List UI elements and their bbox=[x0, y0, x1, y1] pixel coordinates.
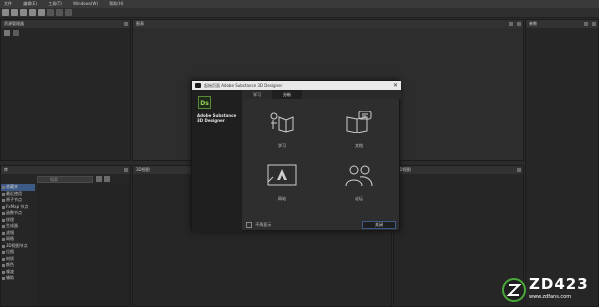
open-folder-icon[interactable] bbox=[11, 9, 18, 16]
folder-icon bbox=[2, 270, 5, 274]
menu-tools[interactable]: 工具(T) bbox=[48, 1, 62, 6]
refresh-icon[interactable] bbox=[13, 30, 19, 36]
save-all-icon[interactable] bbox=[29, 9, 36, 16]
panel-menu-icon[interactable] bbox=[509, 22, 513, 26]
watermark-text: ZD423 bbox=[529, 275, 589, 293]
folder-icon bbox=[2, 277, 5, 280]
parameters-title: 参数 bbox=[529, 21, 537, 26]
menu-file[interactable]: 文件 bbox=[4, 1, 12, 6]
settings-icon[interactable] bbox=[65, 9, 72, 16]
save-icon[interactable] bbox=[20, 9, 27, 16]
menu-bar: 文件 编辑(E) 工具(T) Windows(W) 帮助(H) bbox=[0, 0, 599, 8]
panel-close-icon[interactable] bbox=[124, 22, 128, 26]
library-tree: 收藏夹 最近使用 原子节点 FxMap 节点 函数节点 纹理 生成器 滤镜 网格… bbox=[1, 184, 35, 306]
panel-close-icon[interactable] bbox=[517, 168, 521, 172]
website-tile[interactable]: 网站 bbox=[262, 164, 302, 206]
ds-logo: Ds bbox=[198, 96, 211, 109]
panel-close-icon[interactable] bbox=[592, 22, 596, 26]
watermark: ZD423 www.zdfans.com bbox=[502, 276, 597, 304]
panel-close-icon[interactable] bbox=[124, 168, 128, 172]
menu-windows[interactable]: Windows(W) bbox=[73, 1, 98, 6]
library-search-input[interactable]: 搜索 bbox=[37, 176, 93, 183]
dialog-tabs: 学习 分析 bbox=[242, 90, 401, 99]
view-mode-icon[interactable] bbox=[104, 176, 110, 182]
parameters-panel: 参数 bbox=[525, 19, 599, 307]
dialog-titlebar: 起始页面 Adobe Substance 3D Designer ✕ bbox=[192, 81, 401, 90]
menu-edit[interactable]: 编辑(E) bbox=[23, 1, 37, 6]
tab-analysis[interactable]: 分析 bbox=[272, 90, 302, 99]
close-button[interactable]: 关闭 bbox=[362, 221, 396, 229]
folder-icon bbox=[2, 238, 5, 241]
import-icon[interactable] bbox=[38, 9, 45, 16]
close-icon[interactable]: ✕ bbox=[393, 81, 398, 90]
parameters-header: 参数 bbox=[526, 20, 598, 28]
library-content bbox=[37, 184, 130, 306]
docs-label: 文档 bbox=[355, 143, 363, 148]
toolbar bbox=[0, 8, 599, 18]
library-header: 库 bbox=[1, 166, 130, 174]
graph-header: 图表 bbox=[133, 20, 523, 28]
panel-menu-icon[interactable] bbox=[584, 22, 588, 26]
folder-icon bbox=[2, 264, 5, 267]
folder-icon bbox=[2, 231, 5, 235]
folder-icon bbox=[2, 251, 5, 254]
folder-icon bbox=[2, 192, 5, 196]
folder-icon bbox=[2, 212, 5, 215]
dont-show-label: 不再显示 bbox=[255, 222, 272, 227]
dialog-sidebar: Ds Adobe Substance 3D Designer bbox=[192, 90, 242, 232]
new-file-icon[interactable] bbox=[2, 9, 9, 16]
learn-tile[interactable]: 学习 bbox=[262, 111, 302, 153]
forum-icon bbox=[345, 165, 373, 187]
forum-label: 论坛 bbox=[355, 196, 363, 201]
explorer-title: 资源管理器 bbox=[4, 21, 24, 26]
website-icon bbox=[267, 164, 297, 186]
new-package-icon[interactable] bbox=[4, 30, 10, 36]
forum-tile[interactable]: 论坛 bbox=[339, 164, 379, 206]
redo-icon[interactable] bbox=[56, 9, 63, 16]
folder-icon bbox=[2, 257, 5, 261]
undo-icon[interactable] bbox=[47, 9, 54, 16]
docs-tile[interactable]: 文档 bbox=[339, 111, 379, 153]
watermark-logo-icon bbox=[502, 278, 526, 302]
panel-close-icon[interactable] bbox=[517, 22, 521, 26]
folder-icon bbox=[2, 205, 5, 209]
folder-icon bbox=[2, 218, 5, 222]
folder-icon bbox=[2, 225, 5, 228]
2d-view-header: 2D视图 bbox=[394, 166, 523, 174]
filter-icon[interactable] bbox=[96, 176, 102, 182]
explorer-header: 资源管理器 bbox=[1, 20, 130, 28]
library-item[interactable]: 辅助 bbox=[1, 275, 35, 282]
3d-view-title: 3D视图 bbox=[136, 167, 150, 172]
folder-icon bbox=[2, 244, 5, 248]
checkbox-box[interactable] bbox=[246, 222, 252, 228]
explorer-panel: 资源管理器 bbox=[0, 19, 131, 161]
website-label: 网站 bbox=[278, 196, 286, 201]
library-title: 库 bbox=[4, 167, 8, 172]
watermark-url: www.zdfans.com bbox=[529, 294, 572, 300]
learn-label: 学习 bbox=[278, 143, 286, 148]
learn-icon bbox=[270, 112, 294, 133]
library-panel: 库 搜索 收藏夹 最近使用 原子节点 FxMap 节点 函数节点 纹理 生成器 … bbox=[0, 165, 131, 307]
product-name: Adobe Substance 3D Designer bbox=[197, 113, 237, 123]
menu-help[interactable]: 帮助(H) bbox=[109, 1, 123, 6]
dont-show-checkbox[interactable]: 不再显示 bbox=[246, 222, 271, 228]
tab-learn[interactable]: 学习 bbox=[242, 90, 272, 99]
docs-icon bbox=[346, 111, 372, 133]
folder-icon bbox=[2, 186, 5, 189]
graph-title: 图表 bbox=[136, 21, 144, 26]
dialog-title: 起始页面 Adobe Substance 3D Designer bbox=[204, 83, 283, 88]
app-icon bbox=[195, 83, 201, 88]
start-dialog: 起始页面 Adobe Substance 3D Designer ✕ Ds Ad… bbox=[191, 80, 401, 232]
folder-icon bbox=[2, 199, 5, 202]
